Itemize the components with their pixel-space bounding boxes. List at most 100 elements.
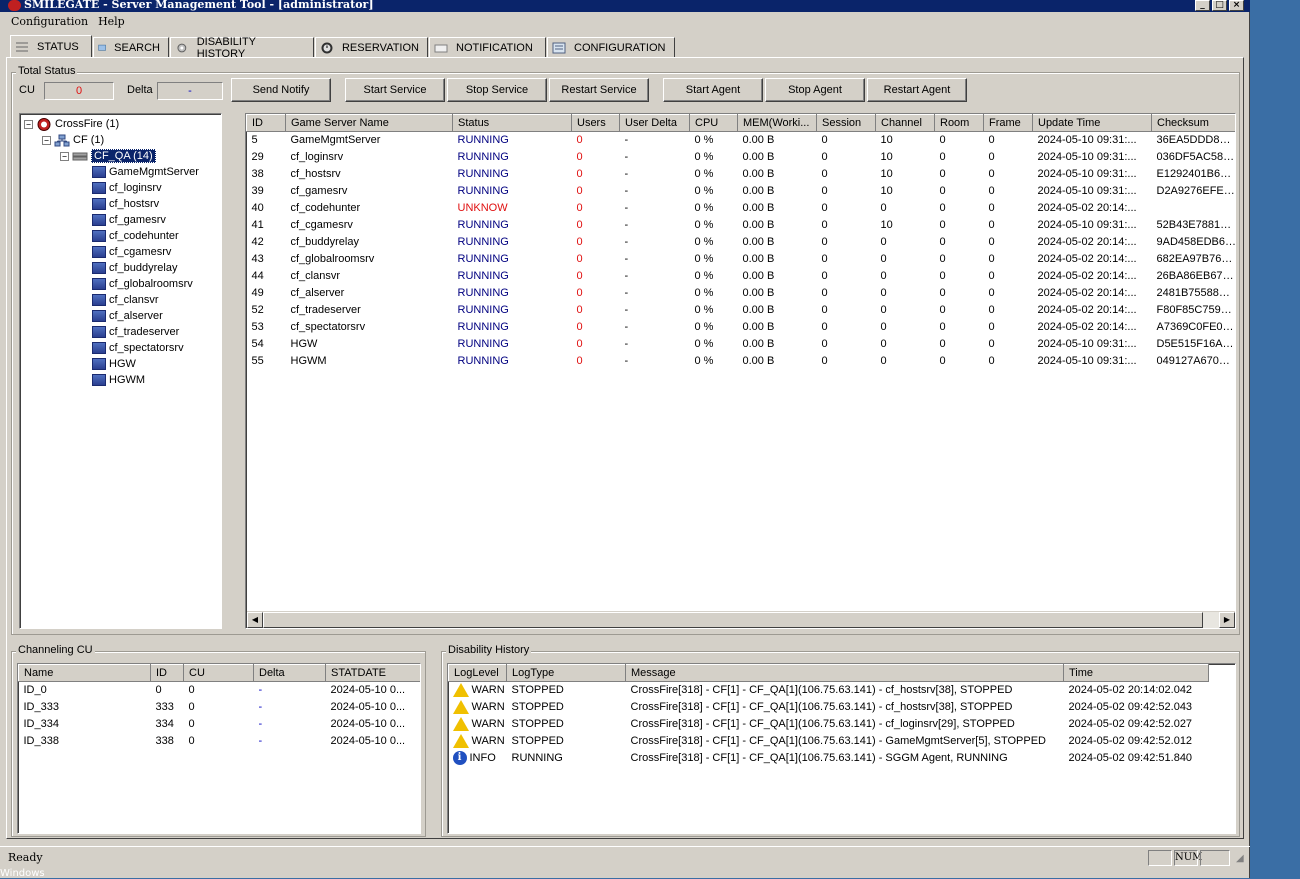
tree-node-server[interactable]: cf_hostsrv: [92, 196, 159, 212]
tree-node-crossfire[interactable]: − CrossFire (1): [24, 116, 119, 132]
restart-service-button[interactable]: Restart Service: [549, 78, 649, 102]
table-row[interactable]: 38 cf_hostsrv RUNNING 0 - 0 % 0.00 B 0 10 0 0 2024-…: [247, 166, 1236, 183]
table-row[interactable]: 54 HGW RUNNING 0 - 0 % 0.00 B 0 0 0 0 2024-05-10 09…: [247, 336, 1236, 353]
tree-node-cf-qa[interactable]: − CF_QA (14): [60, 148, 156, 164]
tree-node-server[interactable]: cf_cgamesrv: [92, 244, 171, 260]
column-header[interactable]: Session: [816, 114, 876, 132]
table-row[interactable]: 49 cf_alserver RUNNING 0 - 0 % 0.00 B 0 0 0 0 2024-…: [247, 285, 1236, 302]
tree-server-label: HGW: [109, 358, 136, 370]
table-row[interactable]: ID_338 338 0 - 2024-05-10 0...: [19, 733, 421, 750]
scroll-thumb[interactable]: [263, 612, 1203, 628]
table-cell: cf_codehunter: [290, 202, 361, 214]
column-header[interactable]: Game Server Name: [285, 114, 453, 132]
tab-configuration[interactable]: CONFIGURATION: [547, 37, 675, 58]
column-header[interactable]: CPU: [689, 114, 738, 132]
tab-status[interactable]: STATUS: [10, 35, 92, 58]
menu-help[interactable]: Help: [93, 13, 130, 31]
column-header[interactable]: Name: [18, 664, 151, 682]
table-row[interactable]: WARN STOPPED CrossFire[318] - CF[1] - CF_Q…: [449, 682, 1209, 699]
table-row[interactable]: ID_333 333 0 - 2024-05-10 0...: [19, 699, 421, 716]
tree-node-server[interactable]: GameMgmtServer: [92, 164, 199, 180]
table-row[interactable]: 55 HGWM RUNNING 0 - 0 % 0.00 B 0 0 0 0 2024-05-10 0…: [247, 353, 1236, 370]
column-header[interactable]: User Delta: [619, 114, 690, 132]
tree-node-server[interactable]: cf_globalroomsrv: [92, 276, 193, 292]
table-row[interactable]: WARN STOPPED CrossFire[318] - CF[1] - CF_Q…: [449, 733, 1209, 750]
tree-node-server[interactable]: cf_loginsrv: [92, 180, 162, 196]
table-cell: 0.00 B: [742, 151, 775, 163]
tree-node-server[interactable]: HGW: [92, 356, 136, 372]
column-header[interactable]: Delta: [253, 664, 326, 682]
column-header[interactable]: Frame: [983, 114, 1033, 132]
tab-notification[interactable]: NOTIFICATION: [429, 37, 546, 58]
tree-node-server[interactable]: HGWM: [92, 372, 145, 388]
table-cell: 0: [988, 355, 995, 367]
table-row[interactable]: WARN STOPPED CrossFire[318] - CF[1] - CF_Q…: [449, 699, 1209, 716]
column-header[interactable]: Update Time: [1032, 114, 1152, 132]
column-header[interactable]: Room: [934, 114, 984, 132]
close-button[interactable]: ×: [1229, 0, 1244, 11]
scroll-right-button[interactable]: ▶: [1219, 612, 1235, 628]
column-header[interactable]: MEM(Worki...: [737, 114, 817, 132]
horizontal-scrollbar[interactable]: ◀ ▶: [247, 611, 1235, 628]
table-cell: 10: [880, 219, 893, 231]
scroll-left-button[interactable]: ◀: [247, 612, 263, 628]
column-header[interactable]: LogLevel: [448, 664, 507, 682]
tab-disability-history[interactable]: DISABILITY HISTORY: [170, 36, 314, 60]
table-row[interactable]: 41 cf_cgamesrv RUNNING 0 - 0 % 0.00 B 0 10 0 0 2024…: [247, 217, 1236, 234]
stop-service-button[interactable]: Stop Service: [447, 78, 547, 102]
collapse-icon[interactable]: −: [60, 151, 69, 161]
column-header[interactable]: ID: [246, 114, 286, 132]
table-row[interactable]: 40 cf_codehunter UNKNOW 0 - 0 % 0.00 B 0 0 0 0 2024…: [247, 200, 1236, 217]
tree-node-server[interactable]: cf_codehunter: [92, 228, 179, 244]
start-agent-button[interactable]: Start Agent: [663, 78, 763, 102]
table-cell: cf_globalroomsrv: [290, 253, 375, 265]
server-icon: [92, 166, 106, 178]
table-row[interactable]: 29 cf_loginsrv RUNNING 0 - 0 % 0.00 B 0 10 0 0 2024…: [247, 149, 1236, 166]
table-cell: CrossFire[318] - CF[1] - CF_QA[1](106.75…: [630, 701, 1013, 713]
table-row[interactable]: ID_334 334 0 - 2024-05-10 0...: [19, 716, 421, 733]
start-service-button[interactable]: Start Service: [345, 78, 445, 102]
resize-grip-icon[interactable]: ◢: [1236, 853, 1244, 864]
disability-table-header: LogLevel LogType Message Time: [448, 664, 1209, 682]
collapse-icon[interactable]: −: [42, 135, 51, 145]
column-header[interactable]: STATDATE: [325, 664, 420, 682]
table-row[interactable]: 5 GameMgmtServer RUNNING 0 - 0 % 0.00 B 0 10 0 0 20…: [247, 132, 1236, 149]
table-row[interactable]: ID_0 0 0 - 2024-05-10 0...: [19, 682, 421, 699]
column-header[interactable]: Status: [452, 114, 572, 132]
collapse-icon[interactable]: −: [24, 119, 33, 129]
maximize-button[interactable]: □: [1212, 0, 1227, 11]
column-header[interactable]: ID: [150, 664, 184, 682]
column-header[interactable]: CU: [183, 664, 254, 682]
tree-node-server[interactable]: cf_buddyrelay: [92, 260, 178, 276]
send-notify-button[interactable]: Send Notify: [231, 78, 331, 102]
column-header[interactable]: Users: [571, 114, 620, 132]
minimize-button[interactable]: _: [1195, 0, 1210, 11]
table-row[interactable]: i INFO RUNNING CrossFire[318] - CF[1] - CF_…: [449, 750, 1209, 767]
column-header[interactable]: Checksum: [1151, 114, 1235, 132]
stop-agent-button[interactable]: Stop Agent: [765, 78, 865, 102]
tree-node-server[interactable]: cf_spectatorsrv: [92, 340, 184, 356]
table-row[interactable]: 53 cf_spectatorsrv RUNNING 0 - 0 % 0.00 B 0 0 0 0 2…: [247, 319, 1236, 336]
menu-configuration[interactable]: Configuration: [6, 13, 93, 31]
column-header[interactable]: Message: [625, 664, 1064, 682]
table-row[interactable]: 44 cf_clansvr RUNNING 0 - 0 % 0.00 B 0 0 0 0 2024-0…: [247, 268, 1236, 285]
column-header[interactable]: LogType: [506, 664, 626, 682]
table-row[interactable]: 43 cf_globalroomsrv RUNNING 0 - 0 % 0.00 B 0 0 0 0…: [247, 251, 1236, 268]
tree-node-server[interactable]: cf_alserver: [92, 308, 163, 324]
tree-node-server[interactable]: cf_clansvr: [92, 292, 159, 308]
table-row[interactable]: WARN STOPPED CrossFire[318] - CF[1] - CF_Q…: [449, 716, 1209, 733]
tree-node-server[interactable]: cf_tradeserver: [92, 324, 179, 340]
server-tree[interactable]: − CrossFire (1) − CF (1) − CF_QA (14) Ga…: [19, 113, 222, 629]
table-cell: 2024-05-10 0...: [330, 735, 406, 747]
tree-node-server[interactable]: cf_gamesrv: [92, 212, 166, 228]
table-row[interactable]: 52 cf_tradeserver RUNNING 0 - 0 % 0.00 B 0 0 0 0 20…: [247, 302, 1236, 319]
title-bar[interactable]: SMILEGATE - Server Management Tool - [ad…: [0, 0, 1250, 12]
tree-node-cf[interactable]: − CF (1): [42, 132, 104, 148]
table-row[interactable]: 42 cf_buddyrelay RUNNING 0 - 0 % 0.00 B 0 0 0 0 202…: [247, 234, 1236, 251]
tab-reservation[interactable]: RESERVATION: [315, 37, 428, 58]
tab-search[interactable]: SEARCH: [93, 37, 169, 58]
column-header[interactable]: Time: [1063, 664, 1209, 682]
column-header[interactable]: Channel: [875, 114, 935, 132]
table-row[interactable]: 39 cf_gamesrv RUNNING 0 - 0 % 0.00 B 0 10 0 0 2024-…: [247, 183, 1236, 200]
restart-agent-button[interactable]: Restart Agent: [867, 78, 967, 102]
